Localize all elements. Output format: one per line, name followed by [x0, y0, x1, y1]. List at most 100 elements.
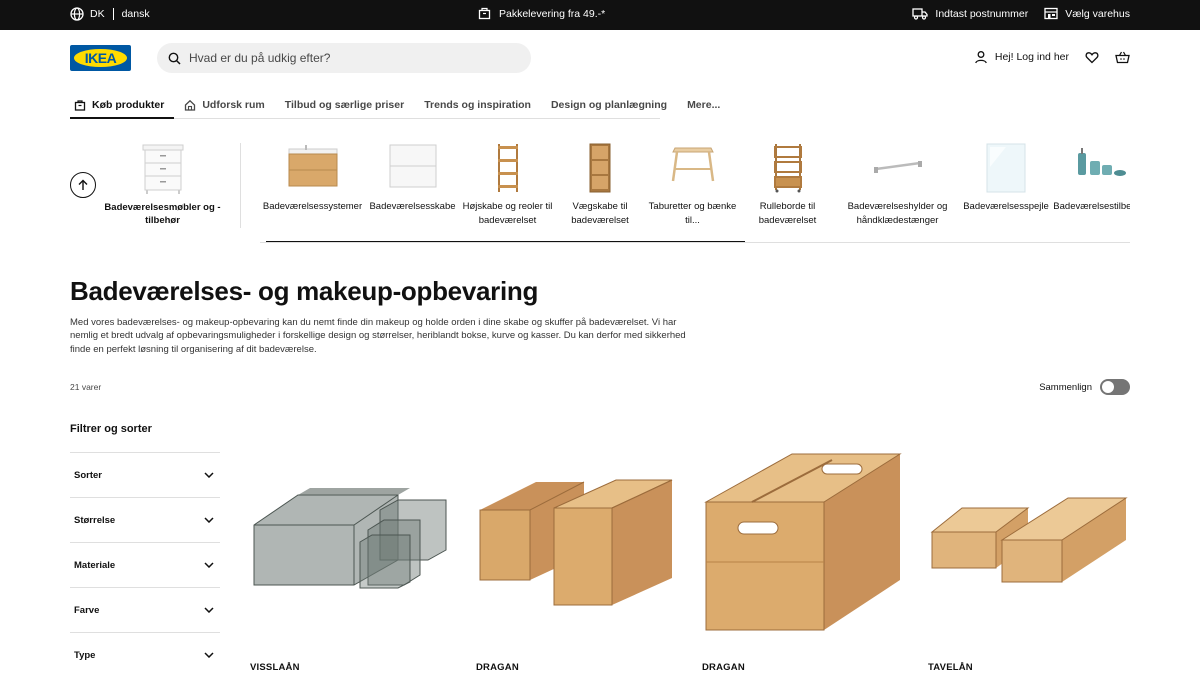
filter-sort[interactable]: Sorter [70, 452, 220, 497]
trolley-thumbnail [772, 143, 804, 196]
truck-icon [912, 7, 929, 20]
parent-category-label: Badeværelsesmøbler og -tilbehør [104, 202, 221, 226]
globe-icon [70, 7, 84, 21]
chevron-down-icon [204, 472, 214, 478]
filter-label: Type [74, 649, 96, 661]
bathroom-system-thumbnail [287, 143, 339, 192]
category-item[interactable]: Badeværelsestilbehør [1052, 143, 1130, 233]
store-icon [1044, 7, 1058, 20]
store-selector[interactable]: Vælg varehus [1044, 7, 1130, 20]
tab-label: Tilbud og særlige priser [284, 99, 405, 111]
chevron-down-icon [204, 607, 214, 613]
compare-toggle[interactable]: Sammenlign [1039, 379, 1130, 395]
switch-knob [1102, 381, 1114, 393]
heart-icon[interactable] [1085, 51, 1099, 64]
tab-label: Mere... [687, 99, 721, 111]
package-icon [478, 7, 491, 20]
tab-label: Design og planlægning [550, 99, 668, 111]
carousel-scroll-indicator[interactable] [266, 241, 745, 242]
chevron-down-icon [204, 652, 214, 658]
tab-trends[interactable]: Trends og inspiration [414, 92, 541, 118]
category-item[interactable]: Badeværelsesskabe [365, 143, 460, 233]
delivery-text: Pakkelevering fra 49.-* [499, 7, 606, 20]
category-item[interactable]: Vægskabe til badeværelset [555, 143, 645, 233]
tab-design[interactable]: Design og planlægning [541, 92, 677, 118]
tab-label: Udforsk rum [202, 99, 265, 111]
category-item[interactable]: Badeværelseshylder og håndklædestænger [835, 143, 960, 233]
home-icon [184, 99, 196, 111]
category-label: Vægskabe til badeværelset [571, 201, 629, 226]
product-name[interactable]: DRAGAN [702, 662, 745, 673]
tab-buy-products[interactable]: Køb produkter [70, 92, 175, 119]
locale-selector[interactable]: DK dansk [70, 7, 150, 21]
product-image[interactable] [702, 450, 912, 650]
filter-label: Materiale [74, 559, 116, 571]
bathroom-accessories-thumbnail [1074, 143, 1126, 186]
filters-title: Filtrer og sorter [70, 423, 152, 435]
page-intro: Med vores badeværelses- og makeup-opbeva… [70, 317, 686, 355]
product-image[interactable] [250, 450, 460, 650]
product-image[interactable] [476, 450, 686, 650]
compare-label: Sammenlign [1039, 381, 1092, 393]
filter-color[interactable]: Farve [70, 587, 220, 632]
category-item[interactable]: Taburetter og bænke til... [645, 143, 740, 233]
category-label: Badeværelseshylder og håndklædestænger [847, 201, 948, 226]
category-item[interactable]: Højskabe og reoler til badeværelset [460, 143, 555, 233]
language-label: dansk [121, 8, 150, 20]
product-card[interactable]: DRAGAN [476, 450, 686, 675]
country-code: DK [90, 8, 105, 20]
main-nav: Køb produkter Udforsk rum Tilbud og særl… [70, 92, 720, 119]
login-link[interactable]: Hej! Log ind her [974, 50, 1069, 64]
stool-thumbnail [667, 143, 719, 186]
bathroom-cabinet-thumbnail [387, 143, 439, 192]
product-name[interactable]: DRAGAN [476, 662, 519, 673]
filter-type[interactable]: Type [70, 632, 220, 675]
search-icon[interactable] [168, 52, 181, 65]
category-item[interactable]: Badeværelsesspejle [960, 143, 1052, 233]
tab-label: Trends og inspiration [424, 99, 531, 111]
filter-list: Sorter Størrelse Materiale Farve Type [70, 452, 220, 675]
category-label: Badeværelsesspejle [963, 201, 1049, 212]
category-item[interactable]: Badeværelsessystemer [260, 143, 365, 233]
chevron-down-icon [204, 562, 214, 568]
category-label: Rulleborde til badeværelset [758, 201, 817, 226]
category-label: Badeværelsestilbehør [1053, 201, 1130, 212]
search-input[interactable] [189, 51, 509, 65]
filter-material[interactable]: Materiale [70, 542, 220, 587]
category-label: Badeværelsesskabe [369, 201, 456, 212]
product-card[interactable]: DRAGAN [702, 450, 912, 675]
delivery-banner[interactable]: Pakkelevering fra 49.-* [478, 7, 605, 20]
product-card[interactable]: VISSLAÅN [250, 450, 460, 675]
shopping-bag-icon[interactable] [1115, 51, 1130, 64]
product-image[interactable] [928, 450, 1138, 650]
category-item[interactable]: Rulleborde til badeværelset [740, 143, 835, 233]
vanity-cabinet-thumbnail [140, 143, 186, 198]
product-card[interactable]: TAVELÅN [928, 450, 1138, 675]
product-name[interactable]: TAVELÅN [928, 662, 973, 673]
category-carousel: Badeværelsessystemer Badeværelsesskabe H… [260, 143, 1130, 243]
up-arrow-button[interactable] [70, 172, 96, 198]
tab-more[interactable]: Mere... [677, 92, 730, 118]
login-label: Hej! Log ind her [994, 51, 1069, 63]
item-count: 21 varer [70, 382, 102, 392]
carousel-divider [240, 143, 241, 228]
category-label: Højskabe og reoler til badeværelset [462, 201, 553, 226]
filter-size[interactable]: Størrelse [70, 497, 220, 542]
compare-switch[interactable] [1100, 379, 1130, 395]
top-bar: DK dansk Pakkelevering fra 49.-* Indtast… [0, 0, 1200, 30]
parent-category[interactable]: Badeværelsesmøbler og -tilbehør [70, 143, 240, 229]
shelf-unit-thumbnail [496, 143, 520, 196]
search-bar[interactable] [157, 43, 531, 73]
tab-explore-rooms[interactable]: Udforsk rum [174, 92, 274, 118]
tab-offers[interactable]: Tilbud og særlige priser [275, 92, 414, 118]
product-name[interactable]: VISSLAÅN [250, 662, 300, 673]
arrow-up-icon [77, 179, 89, 191]
tab-label: Køb produkter [92, 98, 165, 111]
user-icon [974, 50, 988, 64]
ikea-logo[interactable]: IKEA [70, 45, 131, 71]
chevron-down-icon [204, 517, 214, 523]
logo-text: IKEA [84, 50, 117, 66]
postcode-link[interactable]: Indtast postnummer [912, 7, 1028, 20]
category-label: Badeværelsessystemer [262, 201, 363, 212]
postcode-label: Indtast postnummer [935, 7, 1029, 20]
